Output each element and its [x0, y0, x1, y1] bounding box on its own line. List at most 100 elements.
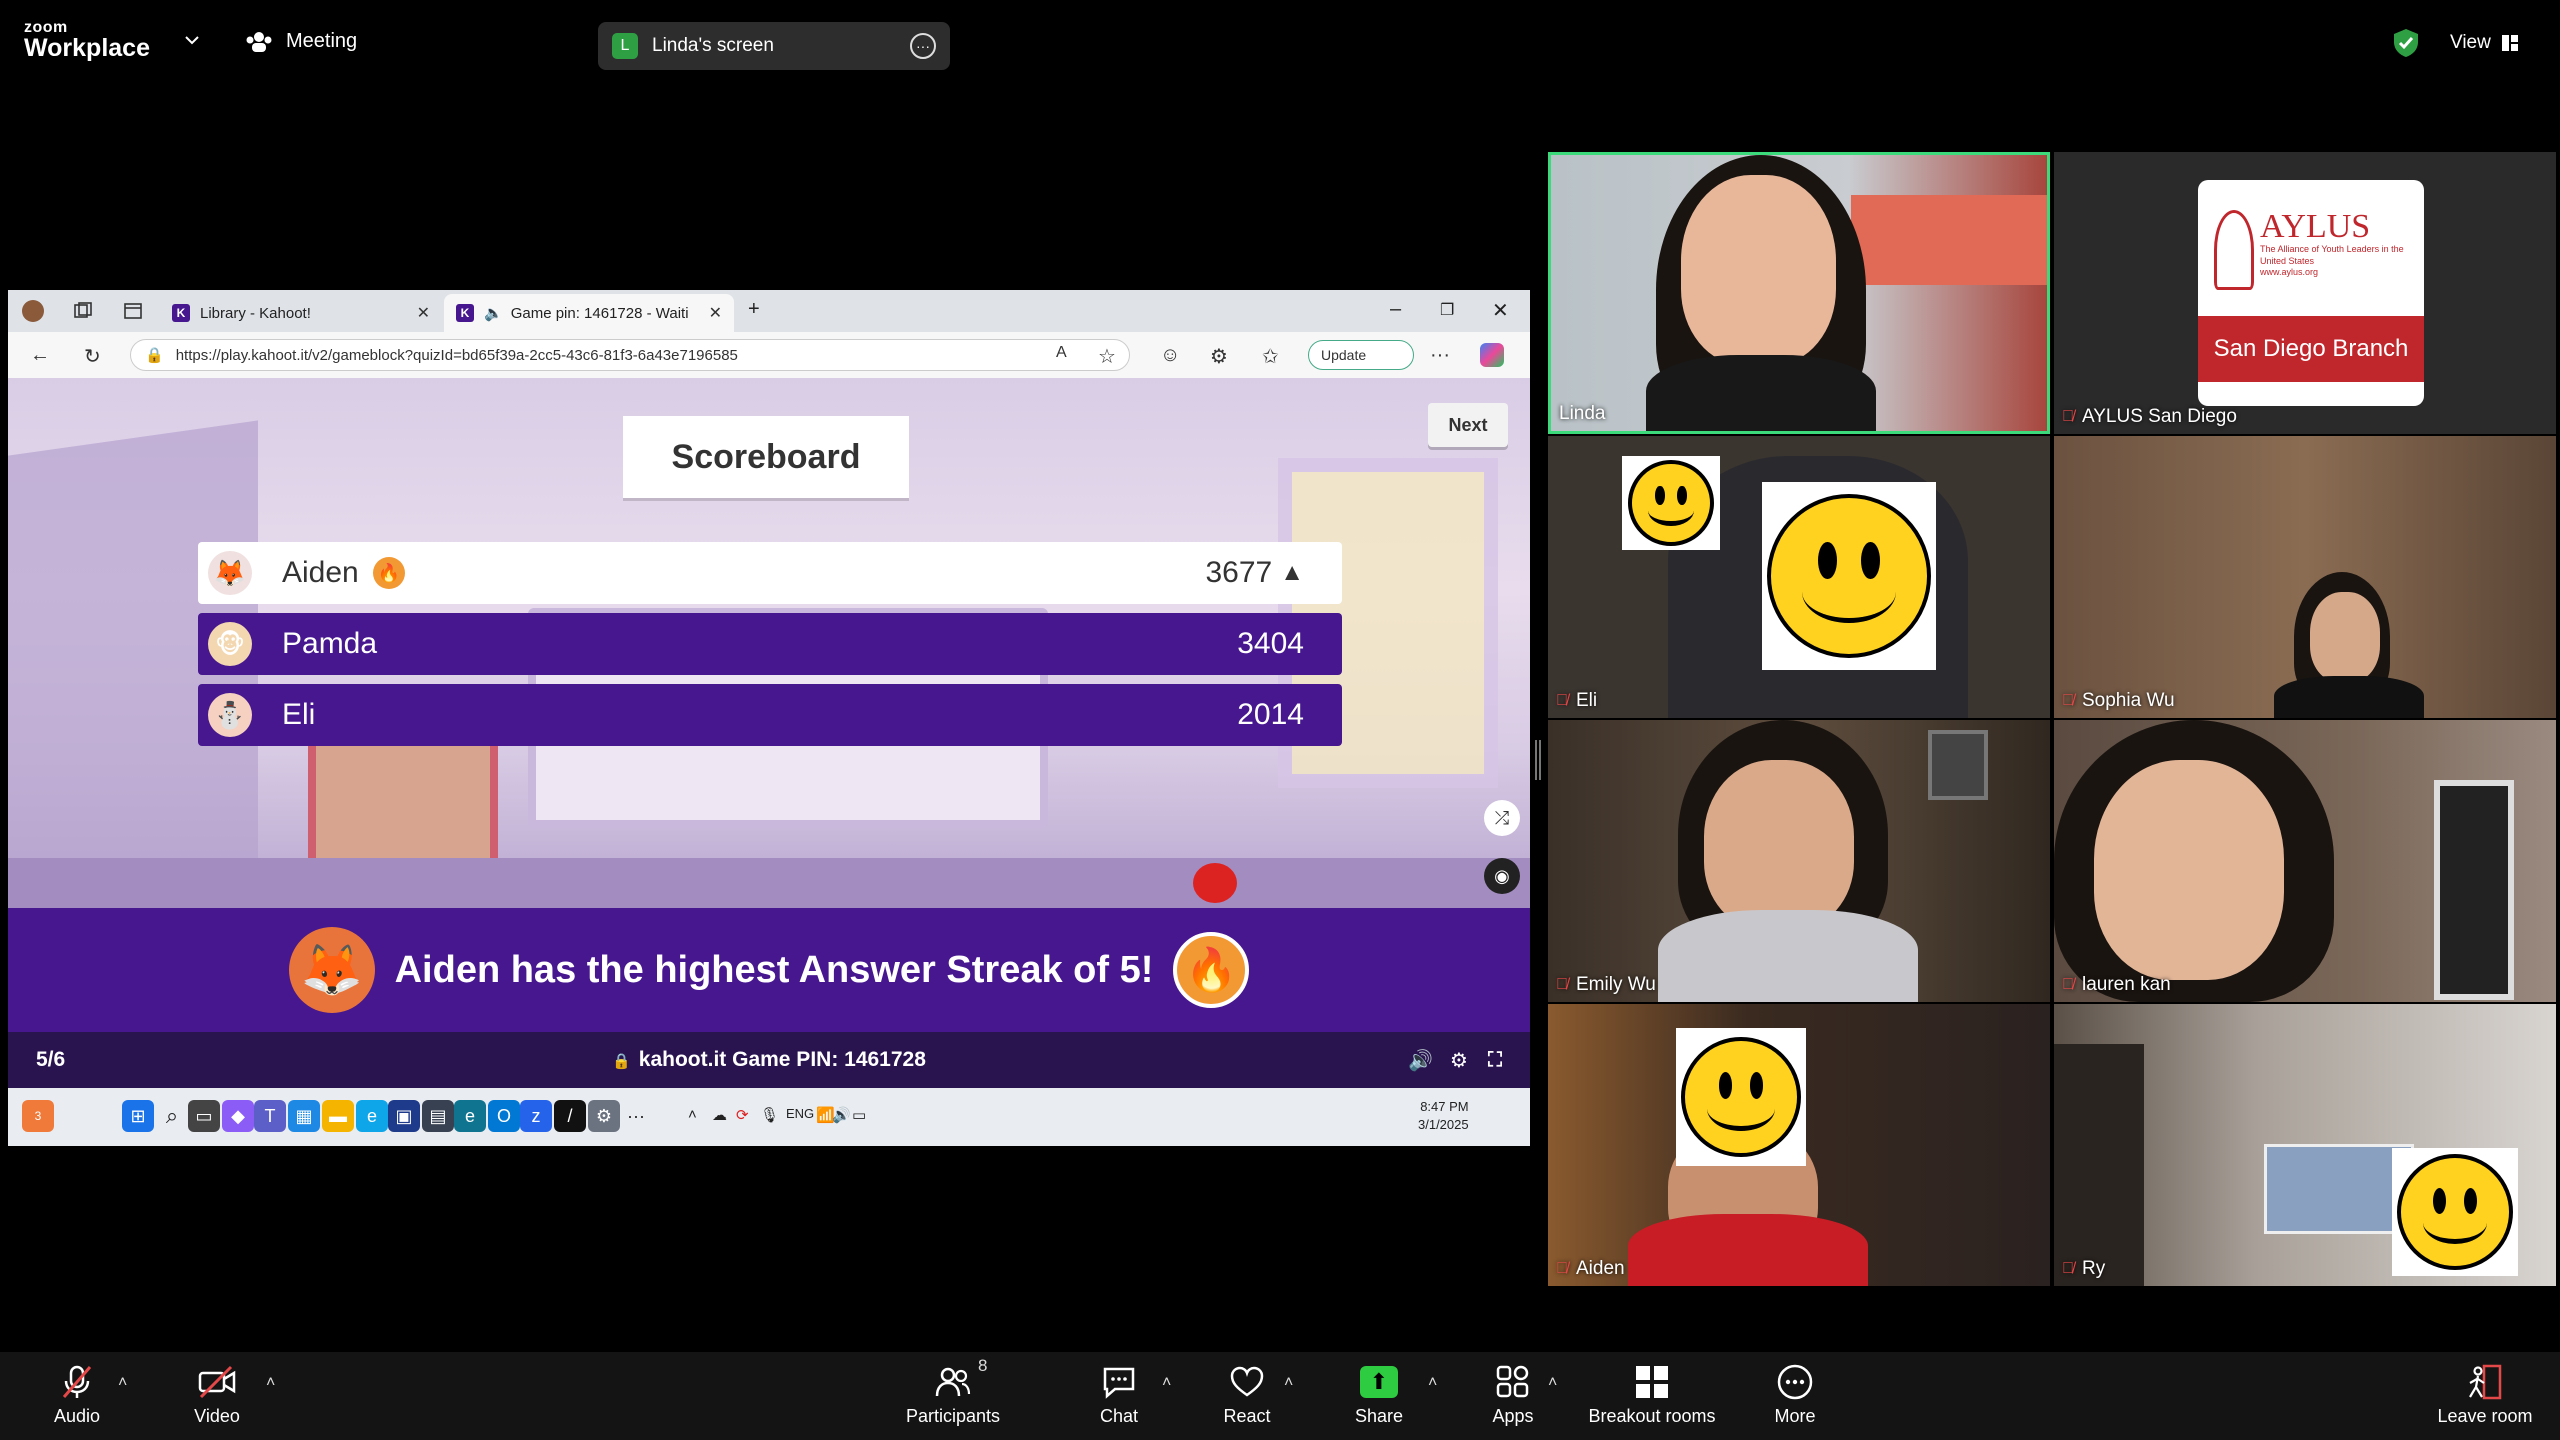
tab-game-pin[interactable]: K 🔈 Game pin: 1461728 - Waitin ✕	[444, 294, 734, 332]
app-icon[interactable]: ▦	[288, 1100, 320, 1132]
chevron-up-icon[interactable]: ˄	[1548, 1374, 1557, 1392]
read-aloud-icon[interactable]: A	[1056, 344, 1067, 362]
back-icon[interactable]: ←	[30, 344, 50, 367]
update-button[interactable]: Update	[1308, 340, 1414, 370]
view-button[interactable]: View	[2450, 32, 2519, 54]
settings-icon[interactable]: ⚙	[588, 1100, 620, 1132]
chevron-up-icon[interactable]: ˄	[1428, 1374, 1437, 1392]
meeting-label: Meeting	[286, 30, 358, 52]
settings-menu-icon[interactable]: ···	[1430, 344, 1450, 367]
store-icon[interactable]: ▣	[388, 1100, 420, 1132]
react-button[interactable]: React	[1182, 1362, 1312, 1427]
favorite-star-icon[interactable]: ☆	[1098, 344, 1116, 369]
shuffle-icon[interactable]: ⤮	[1484, 800, 1520, 836]
microphone-icon[interactable]: 🎙	[760, 1106, 779, 1124]
video-tile-ry[interactable]: 🎙̸ Ry	[2054, 1004, 2556, 1286]
video-tile-aiden[interactable]: 🎙̸ Aiden	[1548, 1004, 2050, 1286]
minimize-icon[interactable]: –	[1390, 298, 1401, 321]
teams-icon[interactable]: T	[254, 1100, 286, 1132]
video-tile-aylus[interactable]: AYLUS The Alliance of Youth Leaders in t…	[2054, 152, 2556, 434]
video-tile-eli[interactable]: 🎙̸ Eli	[1548, 436, 2050, 718]
person-shirt	[1646, 355, 1876, 431]
zoom-logo: zoom Workplace	[24, 20, 150, 61]
apps-button[interactable]: Apps	[1448, 1362, 1578, 1427]
start-icon[interactable]: ⊞	[122, 1100, 154, 1132]
address-bar[interactable]: 🔒 https://play.kahoot.it/v2/gameblock?qu…	[130, 339, 1130, 371]
zoom-icon[interactable]: z	[520, 1100, 552, 1132]
video-tile-sophia-wu[interactable]: 🎙̸ Sophia Wu	[2054, 436, 2556, 718]
owl-icon[interactable]: ◉	[1484, 858, 1520, 894]
onedrive-icon[interactable]: ☁	[712, 1106, 727, 1124]
close-tab-icon[interactable]: ✕	[417, 303, 430, 323]
weather-widget-icon[interactable]: 3	[22, 1100, 54, 1132]
chevron-down-icon[interactable]	[182, 30, 202, 50]
streak-banner: 🦊 Aiden has the highest Answer Streak of…	[8, 908, 1530, 1032]
chat-button[interactable]: Chat	[1054, 1362, 1184, 1427]
task-view-icon[interactable]: ▭	[188, 1100, 220, 1132]
leave-room-button[interactable]: Leave room	[2420, 1362, 2550, 1427]
fullscreen-icon[interactable]: ⛶	[1488, 1049, 1502, 1072]
screen-share-pill[interactable]: L Linda's screen ···	[598, 22, 950, 70]
copilot-icon[interactable]	[1480, 343, 1504, 367]
extensions-icon[interactable]: ⚙	[1210, 344, 1228, 369]
restore-icon[interactable]: ❐	[1440, 300, 1454, 320]
search-icon[interactable]: ⌕	[156, 1100, 188, 1132]
chevron-up-icon[interactable]: ˄	[688, 1106, 697, 1123]
battery-icon[interactable]: ▭	[852, 1106, 866, 1124]
video-tile-linda[interactable]: Linda	[1548, 152, 2050, 434]
windows-taskbar: 3 ⊞ ⌕ ▭ ◆ T ▦ ▬ e ▣ ▤ e O z / ⚙ ··· ˄ ☁ …	[8, 1088, 1530, 1146]
video-tile-emily-wu[interactable]: 🎙̸ Emily Wu	[1548, 720, 2050, 1002]
aylus-tagline: The Alliance of Youth Leaders in the Uni…	[2260, 244, 2410, 279]
outlook-icon[interactable]: O	[488, 1100, 520, 1132]
next-button[interactable]: Next	[1428, 403, 1508, 447]
workspaces-icon[interactable]	[72, 300, 94, 322]
player-name: Pamda	[282, 627, 378, 660]
edge-dev-icon[interactable]: e	[356, 1100, 388, 1132]
breakout-rooms-button[interactable]: Breakout rooms	[1582, 1362, 1722, 1427]
apps-icon	[1493, 1362, 1533, 1402]
volume-icon[interactable]: 🔊	[832, 1106, 851, 1124]
chevron-up-icon[interactable]: ˄	[266, 1374, 275, 1392]
new-tab-icon[interactable]: +	[748, 298, 760, 321]
volume-icon[interactable]: 🔊	[1408, 1048, 1433, 1073]
shared-screen: K Library - Kahoot! ✕ K 🔈 Game pin: 1461…	[8, 290, 1530, 1146]
app-icon[interactable]: ▤	[422, 1100, 454, 1132]
aylus-logo-card: AYLUS The Alliance of Youth Leaders in t…	[2198, 180, 2424, 406]
smiley-sticker	[1622, 456, 1720, 550]
file-explorer-icon[interactable]: ▬	[322, 1100, 354, 1132]
chevron-up-icon[interactable]: ˄	[118, 1374, 127, 1392]
edge-icon[interactable]: e	[454, 1100, 486, 1132]
chevron-up-icon[interactable]: ˄	[1162, 1374, 1171, 1392]
gear-icon[interactable]: ⚙	[1450, 1048, 1468, 1073]
profile-avatar[interactable]	[22, 300, 44, 322]
refresh-icon[interactable]: ↻	[84, 344, 101, 369]
app-icon[interactable]: /	[554, 1100, 586, 1132]
sync-icon[interactable]: ⟳	[736, 1106, 749, 1124]
aylus-branch: San Diego Branch	[2198, 316, 2424, 382]
tracking-icon[interactable]: ☺	[1160, 344, 1180, 367]
more-button[interactable]: More	[1730, 1362, 1860, 1427]
audio-button[interactable]: Audio	[12, 1362, 142, 1427]
tab-kahoot-library[interactable]: K Library - Kahoot! ✕	[160, 294, 442, 332]
muted-microphone-icon	[57, 1362, 97, 1402]
monkey-avatar-icon: 🐵	[208, 622, 252, 666]
close-window-icon[interactable]: ✕	[1492, 298, 1509, 323]
video-tile-lauren-kan[interactable]: 🎙̸ lauren kan	[2054, 720, 2556, 1002]
more-options-icon[interactable]: ···	[910, 33, 936, 59]
video-button[interactable]: Video	[152, 1362, 282, 1427]
security-shield-icon[interactable]	[2392, 28, 2420, 58]
resize-handle[interactable]	[1535, 740, 1541, 780]
participants-button[interactable]: Participants	[888, 1362, 1018, 1427]
meeting-info-button[interactable]: Meeting	[246, 30, 357, 53]
tab-actions-icon[interactable]	[122, 300, 144, 322]
breakout-label: Breakout rooms	[1588, 1406, 1716, 1426]
close-tab-icon[interactable]: ✕	[709, 303, 722, 323]
system-clock[interactable]: 8:47 PM 3/1/2025	[1418, 1098, 1469, 1134]
copilot-app-icon[interactable]: ◆	[222, 1100, 254, 1132]
share-button[interactable]: ⬆ Share	[1314, 1362, 1444, 1427]
favorites-icon[interactable]: ✩	[1262, 344, 1279, 369]
more-apps-icon[interactable]: ···	[620, 1100, 652, 1132]
chevron-up-icon[interactable]: ˄	[1284, 1374, 1293, 1392]
language-indicator[interactable]: ENG	[786, 1106, 814, 1121]
streak-message: Aiden has the highest Answer Streak of 5…	[394, 948, 1154, 991]
